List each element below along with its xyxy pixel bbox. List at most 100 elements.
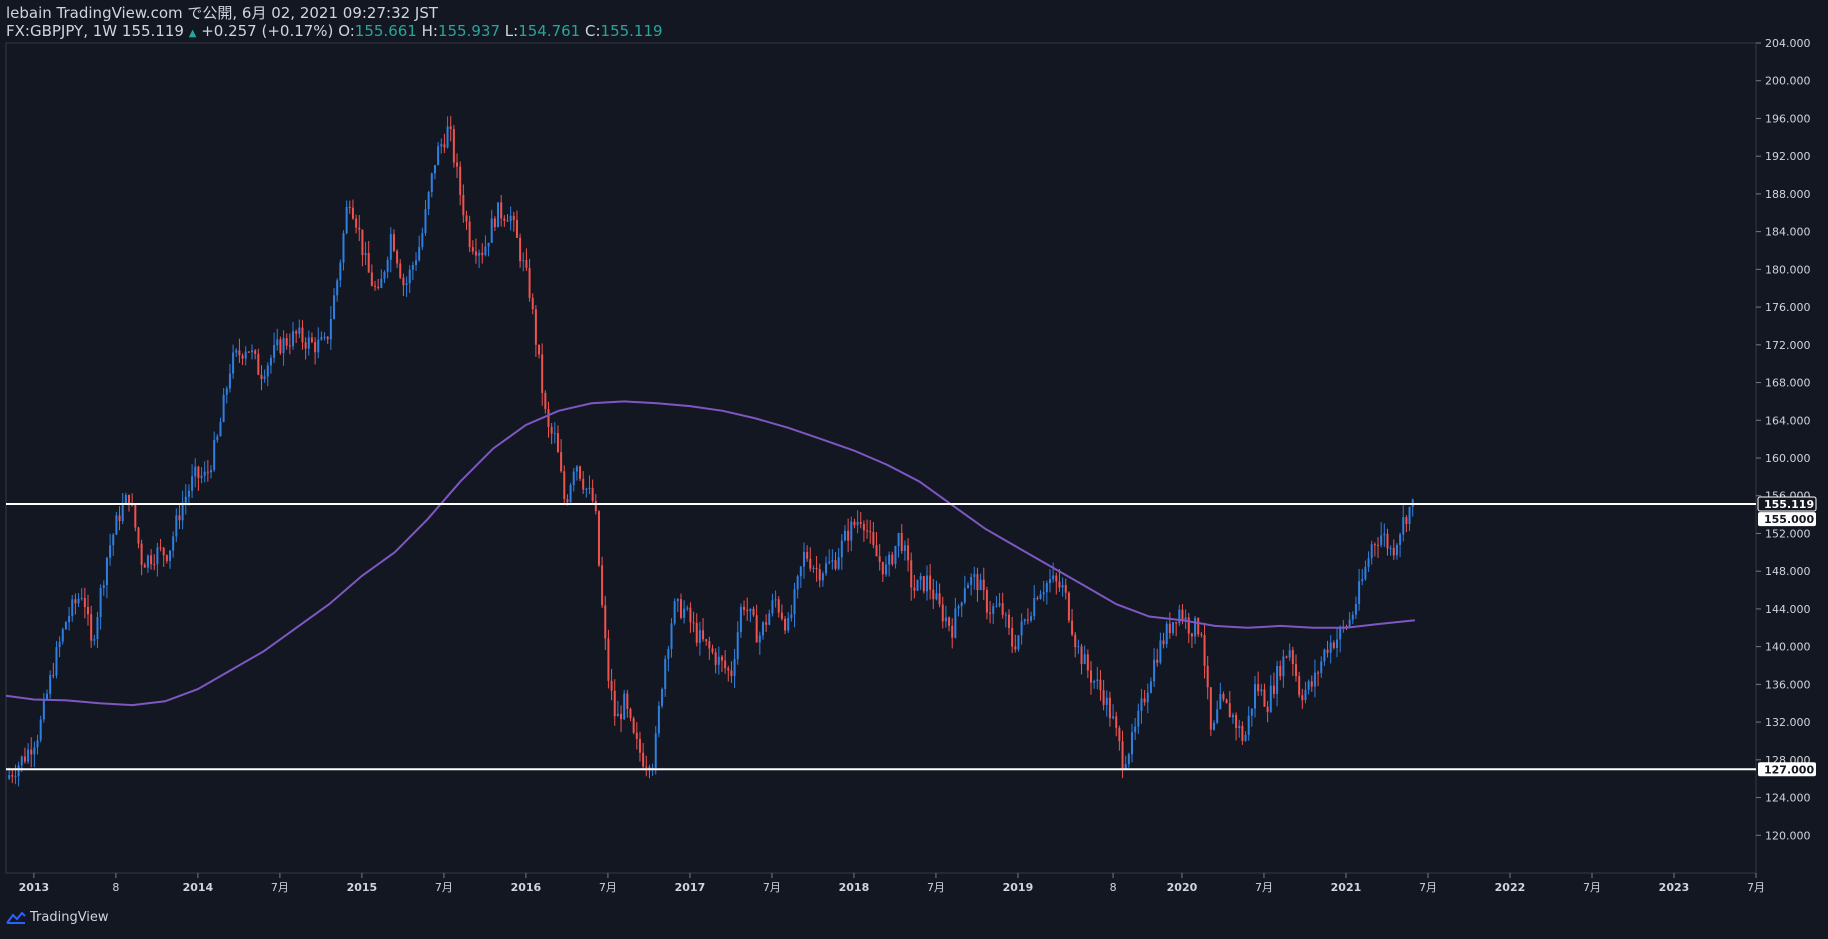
candle-body — [777, 599, 780, 613]
candle-body — [150, 555, 153, 565]
candle-body — [938, 593, 941, 605]
price-axis[interactable]: 120.000124.000128.000132.000136.000140.0… — [1756, 37, 1811, 842]
y-tick-label: 184.000 — [1765, 226, 1811, 239]
candle-body — [153, 564, 156, 566]
candle-body — [878, 556, 881, 562]
candle-body — [509, 215, 512, 222]
candle-body — [165, 555, 168, 561]
candle-body — [178, 515, 181, 521]
candle-body — [1203, 635, 1206, 666]
candle-body — [1291, 650, 1294, 665]
candle-body — [169, 550, 172, 561]
price-chart[interactable]: 120.000124.000128.000132.000136.000140.0… — [0, 0, 1828, 939]
candle-body — [184, 496, 187, 503]
candle-body — [1115, 716, 1118, 728]
candle-body — [1011, 627, 1014, 647]
candle-body — [1004, 614, 1007, 616]
candle-body — [528, 267, 531, 298]
candle-body — [225, 388, 228, 395]
y-tick-label: 148.000 — [1765, 565, 1811, 578]
candle-body — [989, 612, 992, 614]
candle-body — [1225, 699, 1228, 704]
candle-body — [418, 246, 421, 261]
candle-body — [954, 608, 957, 638]
candle-body — [1279, 666, 1282, 677]
candle-body — [724, 660, 727, 669]
candle-body — [736, 632, 739, 660]
candle-body — [525, 260, 528, 268]
candle-body — [866, 530, 869, 532]
candle-body — [295, 331, 298, 334]
candle-body — [1187, 617, 1190, 634]
open-label: O: — [338, 22, 355, 40]
candle-body — [1348, 619, 1351, 627]
candle-body — [702, 630, 705, 640]
candle-body — [137, 527, 140, 544]
candle-body — [1260, 689, 1263, 692]
candle-body — [389, 234, 392, 260]
y-tick-label: 144.000 — [1765, 603, 1811, 616]
candle-body — [1386, 533, 1389, 549]
candle-body — [93, 639, 96, 641]
candle-body — [1023, 619, 1026, 622]
candle-body — [386, 259, 389, 272]
candle-body — [1086, 654, 1089, 671]
candle-body — [301, 327, 304, 343]
candle-body — [1190, 633, 1193, 637]
candle-body — [825, 563, 828, 574]
candle-body — [733, 659, 736, 676]
candle-body — [276, 339, 279, 346]
candle-body — [1118, 727, 1121, 742]
change-value: +0.257 (+0.17%) — [201, 22, 334, 40]
candle-body — [140, 543, 143, 565]
candle-body — [304, 342, 307, 349]
candle-body — [1377, 544, 1380, 546]
candle-body — [194, 466, 197, 477]
candle-body — [985, 590, 988, 613]
candle-body — [765, 622, 768, 625]
candle-body — [689, 607, 692, 623]
candle-body — [790, 614, 793, 618]
candle-body — [1370, 544, 1373, 559]
candle-body — [1124, 764, 1127, 769]
candle-body — [1244, 734, 1247, 741]
candle-body — [847, 530, 850, 541]
candle-body — [1140, 698, 1143, 711]
candle-body — [1257, 684, 1260, 692]
candle-body — [134, 504, 137, 528]
time-axis[interactable]: 2013 8 2014 7月 2015 7月 2016 7月 2017 7月 2018 7月 2019 8… — [19, 873, 1765, 894]
candle-body — [1071, 620, 1074, 635]
candle-body — [87, 606, 90, 615]
price-label-text: 155.119 — [1764, 498, 1814, 511]
candle-body — [626, 693, 629, 709]
candle-body — [673, 601, 676, 624]
candle-body — [1045, 583, 1048, 593]
x-tick-label: 7月 — [763, 881, 781, 894]
candle-body — [1036, 597, 1039, 599]
candle-body — [1131, 732, 1134, 755]
candle-body — [1105, 697, 1108, 705]
candle-body — [58, 641, 61, 648]
x-tick-label: 2016 — [511, 881, 542, 894]
symbol-ohlc-row: FX:GBPJPY, 1W 155.119 ▲ +0.257 (+0.17%) … — [6, 22, 663, 43]
candle-body — [1254, 684, 1257, 709]
footer-brand[interactable]: TradingView — [6, 910, 109, 925]
candle-body — [976, 574, 979, 591]
candle-body — [547, 409, 550, 427]
candle-body — [383, 271, 386, 279]
candle-body — [36, 740, 39, 748]
candle-body — [1067, 592, 1070, 621]
candle-body — [238, 350, 241, 356]
candle-body — [377, 286, 380, 289]
candle-body — [859, 521, 862, 524]
candle-body — [1282, 656, 1285, 677]
candle-body — [143, 564, 146, 568]
candle-body — [1194, 618, 1197, 637]
candle-body — [692, 622, 695, 624]
change-up-icon: ▲ — [188, 28, 197, 39]
candle-body — [1033, 597, 1036, 617]
price-label-text: 155.000 — [1764, 513, 1814, 526]
y-tick-label: 120.000 — [1765, 829, 1811, 842]
candle-body — [935, 593, 938, 600]
y-tick-label: 132.000 — [1765, 716, 1811, 729]
